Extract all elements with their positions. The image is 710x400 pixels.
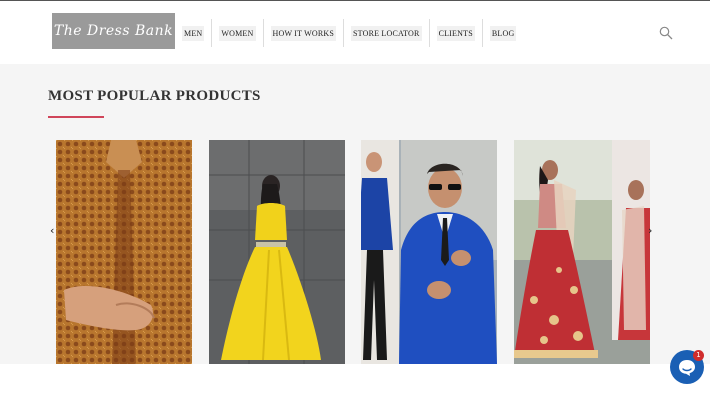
- nav-item-clients[interactable]: CLIENTS: [430, 19, 483, 47]
- product-card-yellow-gown[interactable]: [209, 140, 345, 364]
- site-header: The Dress Bank MEN WOMEN HOW IT WORKS ST…: [0, 1, 710, 64]
- popular-products-section: MOST POPULAR PRODUCTS ‹ ›: [0, 64, 710, 364]
- nav-item-label: MEN: [182, 25, 205, 41]
- section-title: MOST POPULAR PRODUCTS: [48, 88, 261, 104]
- product-image-red-lehenga: [514, 140, 650, 364]
- nav-item-store-locator[interactable]: STORE LOCATOR: [344, 19, 430, 47]
- nav-item-women[interactable]: WOMEN: [212, 19, 264, 47]
- nav-item-label: BLOG: [489, 25, 517, 41]
- site-logo[interactable]: The Dress Bank: [52, 13, 175, 49]
- product-card-red-lehenga[interactable]: [514, 140, 650, 364]
- chat-notification-badge: 1: [693, 350, 704, 361]
- nav-item-label: HOW IT WORKS: [270, 25, 337, 41]
- product-image-yellow-gown: [209, 140, 345, 364]
- nav-item-blog[interactable]: BLOG: [483, 19, 524, 47]
- search-icon[interactable]: [659, 26, 673, 40]
- nav-item-how-it-works[interactable]: HOW IT WORKS: [264, 19, 345, 47]
- product-card-blue-suit[interactable]: [361, 140, 497, 364]
- page-bottom: [0, 364, 710, 400]
- nav-item-label: CLIENTS: [436, 25, 475, 41]
- nav-item-label: STORE LOCATOR: [351, 25, 422, 41]
- title-underline: [48, 116, 104, 118]
- main-nav: MEN WOMEN HOW IT WORKS STORE LOCATOR CLI…: [175, 19, 523, 47]
- nav-item-men[interactable]: MEN: [175, 19, 213, 47]
- chevron-right-icon[interactable]: ›: [648, 224, 652, 237]
- nav-item-label: WOMEN: [219, 25, 256, 41]
- product-image-sherwani: [56, 140, 192, 364]
- product-image-blue-suit: [361, 140, 497, 364]
- chevron-left-icon[interactable]: ‹: [50, 224, 54, 237]
- product-card-sherwani[interactable]: [56, 140, 192, 364]
- chat-icon: [679, 360, 695, 376]
